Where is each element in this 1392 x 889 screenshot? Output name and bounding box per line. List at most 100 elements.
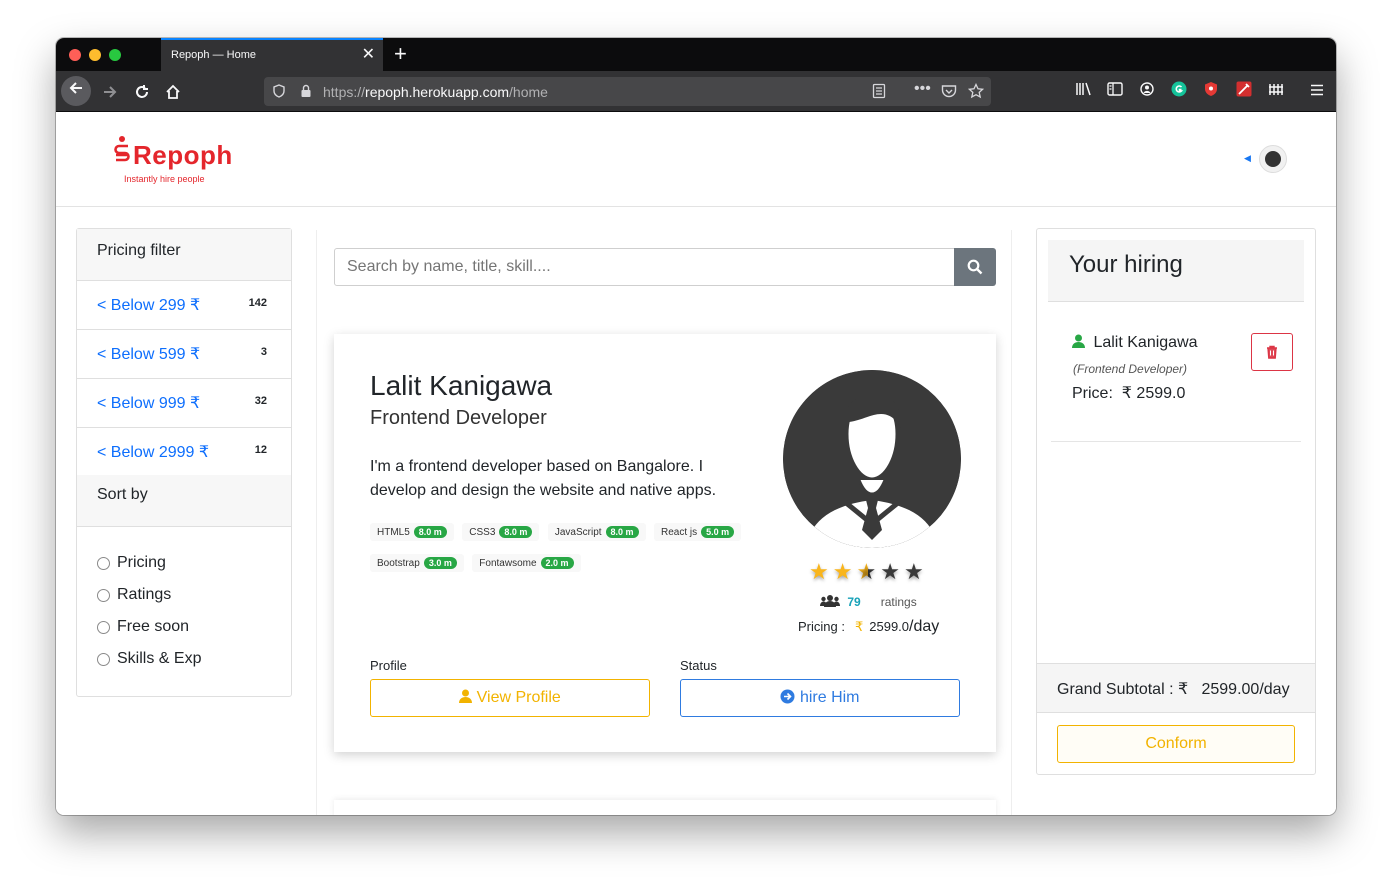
filter-label: < Below 599 ₹ [97,346,201,363]
hire-label: hire Him [799,689,860,706]
sort-options: Pricing Ratings Free soon Skills & Exp [77,527,291,695]
user-icon [1072,334,1085,348]
logo-tagline: Instantly hire people [124,174,205,184]
filter-count-badge: 12 [254,444,267,456]
profile-section-label: Profile [370,658,407,673]
sort-option-pricing[interactable]: Pricing [97,547,271,579]
star-empty-icon: ★ [880,559,904,584]
radio-button[interactable] [97,556,110,570]
search-button[interactable] [954,248,996,286]
divider [1051,441,1301,442]
profile-description: I'm a frontend developer based on Bangal… [370,458,717,499]
sort-by-heading: Sort by [77,475,291,527]
hiring-panel: Your hiring Lalit Kanigawa (Frontend Dev… [1036,228,1316,775]
hired-person-role: (Frontend Developer) [1073,362,1188,376]
ratings-count: 79 [847,595,861,609]
pricing-info: Pricing : ₹2599.0/day [798,618,939,636]
user-icon [459,689,473,703]
skill-exp-badge: 8.0 m [413,526,447,538]
profile-name: Lalit Kanigawa [370,370,553,401]
browser-toolbar: https://repoph.herokuapp.com/home ••• [56,71,1336,112]
filter-label: < Below 2999 ₹ [97,444,210,461]
rating-stars: ★★★★★ [809,559,928,585]
view-profile-label: View Profile [476,689,561,706]
minimize-window-button[interactable] [89,49,101,61]
account-icon[interactable] [1140,82,1154,100]
skill-tag: Bootstrap 3.0 m [370,554,464,572]
arrow-circle-right-icon [780,689,795,704]
back-icon[interactable] [61,76,91,106]
shield-extension-icon[interactable] [1204,82,1218,101]
grammarly-extension-icon[interactable] [1171,81,1187,101]
ratings-label: ratings [880,595,917,609]
view-profile-button[interactable]: View Profile [370,679,650,717]
skill-exp-badge: 2.0 m [540,557,574,569]
bookmark-star-icon[interactable] [967,82,985,104]
shield-icon[interactable] [273,82,285,103]
remove-hire-button[interactable] [1251,333,1293,371]
tab-title: Repoph — Home [171,49,256,61]
user-avatar[interactable] [1259,145,1287,173]
price-label: Price: [1072,385,1113,402]
radio-button[interactable] [97,588,110,602]
hire-button[interactable]: hire Him [680,679,960,717]
tab-close-icon[interactable]: ✕ [362,45,375,65]
lock-icon[interactable] [300,82,312,103]
address-bar[interactable]: https://repoph.herokuapp.com/home ••• [264,77,991,106]
sort-option-label: Skills & Exp [117,650,202,667]
forward-icon[interactable] [96,78,124,106]
library-icon[interactable] [1075,82,1093,100]
skill-exp-badge: 8.0 m [499,526,533,538]
reload-icon[interactable] [128,78,156,106]
radio-button[interactable] [97,620,110,634]
picker-extension-icon[interactable] [1236,81,1252,101]
maximize-window-button[interactable] [109,49,121,61]
new-tab-button[interactable]: + [394,41,407,67]
skill-exp-badge: 3.0 m [423,557,457,569]
pocket-icon[interactable] [941,82,957,103]
filter-below-599[interactable]: < Below 599 ₹ 3 [77,330,291,379]
sort-option-label: Ratings [117,586,172,603]
close-window-button[interactable] [69,49,81,61]
url-text: https://repoph.herokuapp.com/home [323,84,548,100]
profile-card: Lalit Kanigawa Frontend Developer I'm a … [334,334,996,752]
filter-label: < Below 299 ₹ [97,297,201,314]
sort-option-free-soon[interactable]: Free soon [97,611,271,643]
menu-icon[interactable] [1310,82,1324,100]
sort-option-skills-exp[interactable]: Skills & Exp [97,643,271,675]
hired-person-price: Price: ₹ 2599.0 [1072,383,1185,403]
fence-extension-icon[interactable] [1268,82,1284,100]
filter-below-299[interactable]: < Below 299 ₹ 142 [77,281,291,330]
skills-list: HTML5 8.0 m CSS3 8.0 m JavaScript 8.0 m Rea… [370,522,770,584]
caret-left-icon[interactable]: ◀ [1244,153,1251,164]
reader-view-icon[interactable] [872,82,886,104]
page-actions-icon[interactable]: ••• [914,80,931,98]
filter-below-2999[interactable]: < Below 2999 ₹ 12 [77,428,291,475]
star-full-icon: ★ [832,559,857,584]
price-value: ₹ 2599.0 [1121,385,1186,402]
browser-window: Repoph — Home ✕ + https://repoph.herokua… [56,38,1336,815]
users-icon [820,595,840,607]
sort-option-ratings[interactable]: Ratings [97,579,271,611]
skill-tag: HTML5 8.0 m [370,523,454,541]
radio-button[interactable] [97,652,110,666]
sidebar-icon[interactable] [1107,82,1123,100]
skill-tag: React js 5.0 m [654,523,742,541]
tab-home[interactable]: Repoph — Home ✕ [161,38,383,71]
price-unit: /day [909,618,940,635]
search-input[interactable] [334,248,955,286]
rating-summary: 79 ratings [820,594,917,609]
skill-tag: JavaScript 8.0 m [547,523,646,541]
sort-option-label: Free soon [117,618,190,635]
price-value: 2599.0 [869,619,910,634]
skill-tag: Fontawsome 2.0 m [472,554,581,572]
subtotal-value: 2599.00/day [1201,681,1290,698]
confirm-button[interactable]: Conform [1057,725,1295,763]
results-column: Lalit Kanigawa Frontend Developer I'm a … [316,230,1012,815]
hired-name-text: Lalit Kanigawa [1093,334,1198,351]
hired-person-name: Lalit Kanigawa [1072,334,1198,352]
home-icon[interactable] [159,78,187,106]
skill-exp-badge: 5.0 m [701,526,735,538]
hiring-heading: Your hiring [1048,240,1304,302]
filter-below-999[interactable]: < Below 999 ₹ 32 [77,379,291,428]
